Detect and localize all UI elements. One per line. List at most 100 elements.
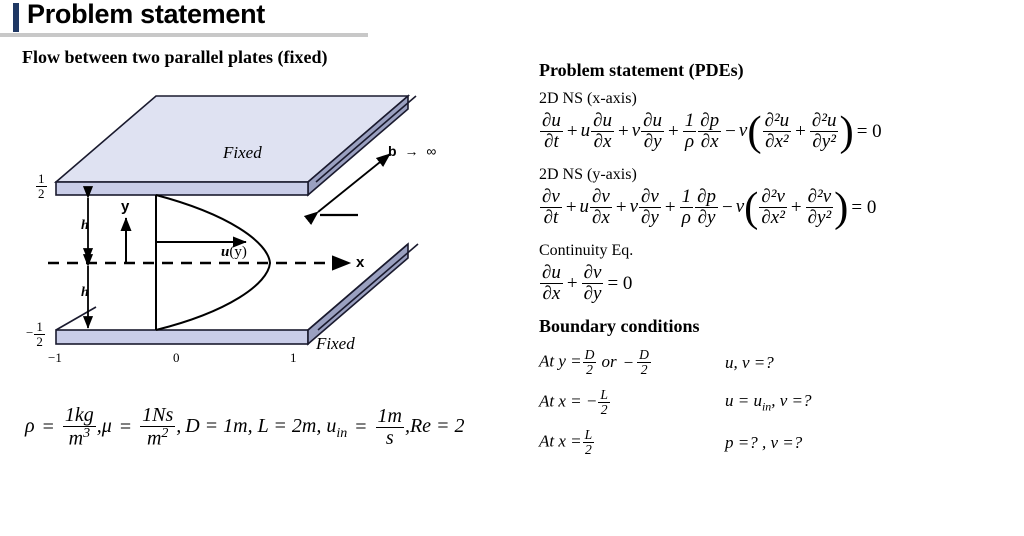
param-uin-subscript: in [336,425,348,441]
velocity-profile-curve [155,194,272,331]
ns-x-equation: ∂u ∂t + u ∂u ∂x + v ∂u ∂y +1 ρ ∂p ∂x − ν(∂²u ∂x² + ∂²u ∂y²)… [539,108,1009,156]
left-section-heading: Flow between two parallel plates (fixed) [22,47,328,67]
nsy-nu: ν [735,195,745,217]
nsy-t7-num: ∂²v [807,185,832,207]
bc2-lead: At x = − [539,391,598,411]
nsx-rparen: ) [839,108,854,156]
nsx-t5-num: ∂p [700,110,720,131]
velocity-profile-label: u(y) [221,244,247,261]
nsy-t2-num: ∂v [592,185,610,207]
bc2-result-sub: in [761,399,772,414]
nsx-t1-num: ∂u [542,110,561,131]
x-axis-label: x [356,254,365,271]
y-axis-label: y [121,198,130,215]
nsx-u1: u [580,119,591,141]
ns-y-equation: ∂v ∂t + u ∂v ∂x + v ∂v ∂y +1 ρ ∂p ∂y − ν(∂²v ∂x² + ∂²v ∂y²)… [539,185,1009,229]
nsy-u1: u [579,195,590,217]
bc-row-2: At x = − L 2 u = uin, v =? [539,383,1009,423]
param-D: D = 1m, [185,414,253,437]
mu-equals: = [119,415,132,438]
depth-label-b: b [388,143,397,159]
nsy-t7-den: ∂y² [805,206,834,228]
y-tick-label-top: 12 [35,172,48,200]
bc3-den: 2 [582,442,595,457]
nsy-plus4: + [790,196,802,218]
nsy-t6-num: ∂²v [761,185,785,207]
bc-row-2-result: u = uin, v =? [725,391,812,414]
nsx-v1: v [631,119,641,141]
rho-denominator: m3 [62,426,96,450]
x-tick-label-1: 0 [173,350,180,365]
bc2-result-b: , v =? [771,390,812,410]
cont-t2-num: ∂v [583,261,602,283]
mu-numerator: 1Ns [142,404,174,426]
mu-den-exponent: 2 [161,426,169,441]
nsx-equals: = 0 [856,120,882,142]
mu-fraction: 1Ns m2 [140,404,176,450]
page-title: Problem statement [27,0,265,29]
nsx-t1-den: ∂t [540,130,563,152]
nsy-plus2: + [615,196,627,218]
bc-row-3: At x = L 2 p =? , v =? [539,423,1009,463]
parameters-formula: ρ = 1kg m3 ,μ = 1Ns m2 ,D = 1m, L = 2m, … [25,405,505,450]
rho-den-exponent: 3 [83,426,91,441]
velocity-label-arg: (y) [229,244,247,260]
top-plate-top-face [53,95,411,183]
depth-infinity-glyph: ∞ [426,143,437,159]
nsy-t6-den: ∂x² [759,206,787,228]
nsx-minus: − [725,120,736,142]
bc2-num: L [600,386,608,402]
bottom-plate-front-face [55,329,309,345]
parallel-plates-diagram: Fixed Fixed b → ∞ y x u(y) h h 12 −1 2 −1… [18,82,498,372]
continuity-equation: ∂u ∂x + ∂v ∂y = 0 [539,261,1009,304]
uin-denominator: s [375,426,404,449]
mu-denominator: m2 [140,426,176,450]
cont-equals: = 0 [607,272,633,294]
bc1-den: 2 [582,362,597,377]
bc1-num2: D [639,346,649,362]
nsx-t4-num: 1 [684,110,695,131]
rho-equals: = [42,415,54,438]
nsy-t2-den: ∂x [590,206,612,228]
bc-row-1-result: u, v =? [725,352,774,372]
nsx-t6-den: ∂x² [762,130,792,152]
depth-arrow-glyph: → [404,143,419,159]
rho-numerator: 1kg [64,404,94,426]
gap-label-top: h [81,218,89,233]
nsy-v1: v [629,195,639,217]
diagram-svg [48,94,419,346]
bc-row-1: At y = D 2 or − D 2 u, v =? [539,343,1009,383]
param-Re: Re = 2 [409,414,465,437]
nsy-t3-den: ∂y [639,206,661,228]
gap-label-bottom: h [81,285,89,300]
y-tick-top-denominator: 2 [36,185,47,201]
nsy-equals: = 0 [851,196,877,218]
rho-symbol: ρ [25,414,35,437]
bc1-sign: − [623,352,634,372]
bc3-lead: At x = [539,431,582,451]
mu-symbol: μ [101,414,112,437]
top-plate-fixed-label: Fixed [223,143,262,162]
nsx-t2-num: ∂u [593,110,612,131]
cont-plus: + [566,272,578,294]
nsy-minus: − [721,196,733,218]
bottom-plate-fixed-label: Fixed [316,334,355,353]
y-tick-top-numerator: 1 [38,171,45,186]
top-plate-front-face [55,181,309,196]
nsy-plus1: + [565,196,577,218]
rho-den-base: m [68,427,84,450]
cont-t1-den: ∂x [540,282,563,304]
ns-x-label: 2D NS (x-axis) [539,90,637,107]
title-accent-bar [13,3,19,32]
nsy-t1-num: ∂v [542,185,560,207]
continuity-label: Continuity Eq. [539,241,634,259]
bc-row-3-result: p =? , v =? [725,432,803,452]
param-uin-equals: = [355,415,367,438]
bc2-result-a: u = u [725,390,762,410]
param-uin-symbol: u [326,414,337,437]
title-divider-rule [0,33,368,37]
rho-fraction: 1kg m3 [62,404,96,450]
nsy-t4-num: 1 [681,185,692,207]
nsx-plus3: + [668,120,679,142]
nsx-plus1: + [566,120,578,142]
